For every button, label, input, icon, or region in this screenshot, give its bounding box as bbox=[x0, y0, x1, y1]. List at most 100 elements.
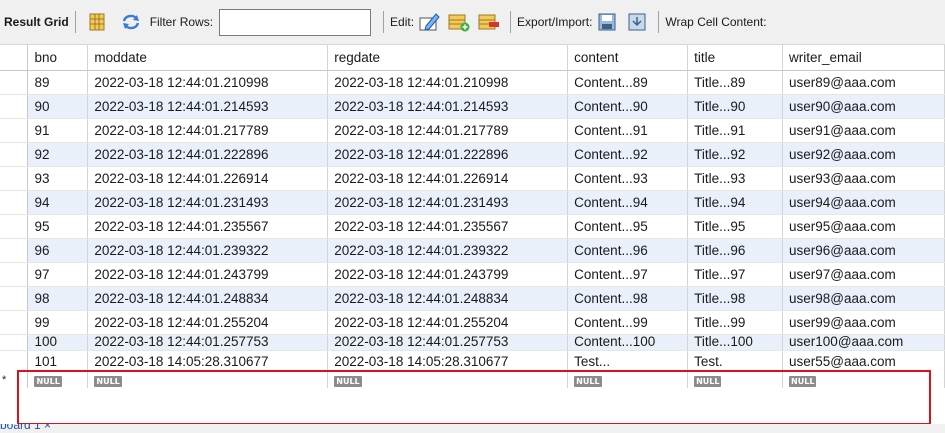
cell-moddate[interactable]: 2022-03-18 12:44:01.222896 bbox=[87, 142, 329, 167]
cell-bno[interactable]: 94 bbox=[27, 190, 89, 215]
cell-content[interactable]: Content...96 bbox=[567, 238, 689, 263]
cell-bno[interactable]: 98 bbox=[27, 286, 89, 311]
row-selector[interactable] bbox=[0, 190, 29, 215]
cell-regdate[interactable]: 2022-03-18 12:44:01.257753 bbox=[327, 334, 569, 351]
cell-content[interactable]: Content...98 bbox=[567, 286, 689, 311]
row-selector[interactable] bbox=[0, 70, 29, 95]
row-selector[interactable] bbox=[0, 286, 29, 311]
cell-writer-email[interactable]: user96@aaa.com bbox=[782, 238, 945, 263]
cell-bno[interactable]: 96 bbox=[27, 238, 89, 263]
cell-content[interactable]: Content...92 bbox=[567, 142, 689, 167]
add-row-icon[interactable] bbox=[448, 11, 470, 33]
grid-view-icon[interactable] bbox=[86, 11, 108, 33]
cell-regdate[interactable]: 2022-03-18 12:44:01.210998 bbox=[327, 70, 569, 95]
cell-writer-email[interactable]: user91@aaa.com bbox=[782, 118, 945, 143]
row-selector[interactable] bbox=[0, 118, 29, 143]
cell-title[interactable]: Title...95 bbox=[687, 214, 784, 239]
cell-content[interactable]: Content...91 bbox=[567, 118, 689, 143]
cell-content[interactable]: Content...93 bbox=[567, 166, 689, 191]
cell-bno[interactable]: 95 bbox=[27, 214, 89, 239]
new-row-placeholder[interactable]: * NULL NULL NULL NULL NULL NULL bbox=[0, 372, 945, 388]
cell-writer-email[interactable]: user100@aaa.com bbox=[782, 334, 945, 351]
cell-title[interactable]: Title...91 bbox=[687, 118, 784, 143]
cell-content[interactable]: Content...94 bbox=[567, 190, 689, 215]
cell-bno[interactable]: 97 bbox=[27, 262, 89, 287]
cell-content[interactable]: Content...89 bbox=[567, 70, 689, 95]
table-row[interactable]: 94 2022-03-18 12:44:01.231493 2022-03-18 1… bbox=[0, 190, 945, 215]
filter-rows-input[interactable] bbox=[219, 8, 372, 36]
table-row[interactable]: 98 2022-03-18 12:44:01.248834 2022-03-18 1… bbox=[0, 286, 945, 311]
import-icon[interactable] bbox=[626, 11, 648, 33]
null-cell-bno[interactable]: NULL bbox=[27, 372, 89, 388]
cell-writer-email[interactable]: user90@aaa.com bbox=[782, 94, 945, 119]
cell-regdate[interactable]: 2022-03-18 12:44:01.248834 bbox=[327, 286, 569, 311]
null-cell-title[interactable]: NULL bbox=[687, 372, 784, 388]
column-header-bno[interactable]: bno bbox=[27, 45, 89, 71]
row-selector[interactable] bbox=[0, 142, 29, 167]
cell-regdate[interactable]: 2022-03-18 12:44:01.222896 bbox=[327, 142, 569, 167]
cell-content[interactable]: Content...97 bbox=[567, 262, 689, 287]
cell-regdate[interactable]: 2022-03-18 12:44:01.217789 bbox=[327, 118, 569, 143]
table-row[interactable]: 91 2022-03-18 12:44:01.217789 2022-03-18 1… bbox=[0, 118, 945, 143]
cell-title[interactable]: Title...92 bbox=[687, 142, 784, 167]
bottom-tab-label[interactable]: board 1 × bbox=[0, 424, 51, 432]
row-selector[interactable] bbox=[0, 238, 29, 263]
cell-regdate[interactable]: 2022-03-18 12:44:01.243799 bbox=[327, 262, 569, 287]
column-header-content[interactable]: content bbox=[567, 45, 689, 71]
cell-regdate[interactable]: 2022-03-18 12:44:01.231493 bbox=[327, 190, 569, 215]
cell-bno[interactable]: 92 bbox=[27, 142, 89, 167]
table-row[interactable]: 90 2022-03-18 12:44:01.214593 2022-03-18 1… bbox=[0, 94, 945, 119]
cell-content[interactable]: Content...95 bbox=[567, 214, 689, 239]
row-selector[interactable] bbox=[0, 94, 29, 119]
cell-writer-email[interactable]: user95@aaa.com bbox=[782, 214, 945, 239]
result-grid-label[interactable]: Result Grid bbox=[4, 15, 69, 29]
cell-bno[interactable]: 89 bbox=[27, 70, 89, 95]
column-header-title[interactable]: title bbox=[687, 45, 784, 71]
export-icon[interactable] bbox=[596, 11, 618, 33]
cell-moddate[interactable]: 2022-03-18 12:44:01.214593 bbox=[87, 94, 329, 119]
cell-bno[interactable]: 101 bbox=[27, 350, 89, 372]
table-row[interactable]: 92 2022-03-18 12:44:01.222896 2022-03-18 1… bbox=[0, 142, 945, 167]
cell-bno[interactable]: 93 bbox=[27, 166, 89, 191]
cell-moddate[interactable]: 2022-03-18 12:44:01.226914 bbox=[87, 166, 329, 191]
table-row[interactable]: 89 2022-03-18 12:44:01.210998 2022-03-18 1… bbox=[0, 70, 945, 95]
cell-title[interactable]: Test. bbox=[687, 350, 784, 372]
cell-content[interactable]: Test... bbox=[567, 350, 689, 372]
null-cell-content[interactable]: NULL bbox=[567, 372, 689, 388]
cell-bno[interactable]: 91 bbox=[27, 118, 89, 143]
cell-moddate[interactable]: 2022-03-18 12:44:01.231493 bbox=[87, 190, 329, 215]
null-cell-writer-email[interactable]: NULL bbox=[782, 372, 945, 388]
cell-writer-email[interactable]: user55@aaa.com bbox=[782, 350, 945, 372]
cell-moddate[interactable]: 2022-03-18 12:44:01.248834 bbox=[87, 286, 329, 311]
table-row[interactable]: 96 2022-03-18 12:44:01.239322 2022-03-18 1… bbox=[0, 238, 945, 263]
cell-content[interactable]: Content...100 bbox=[567, 334, 689, 351]
cell-regdate[interactable]: 2022-03-18 12:44:01.255204 bbox=[327, 310, 569, 335]
cell-regdate[interactable]: 2022-03-18 12:44:01.239322 bbox=[327, 238, 569, 263]
cell-regdate[interactable]: 2022-03-18 12:44:01.214593 bbox=[327, 94, 569, 119]
delete-row-icon[interactable] bbox=[478, 11, 500, 33]
cell-title[interactable]: Title...100 bbox=[687, 334, 784, 351]
table-row[interactable]: 95 2022-03-18 12:44:01.235567 2022-03-18 1… bbox=[0, 214, 945, 239]
null-cell-regdate[interactable]: NULL bbox=[327, 372, 569, 388]
column-header-writer-email[interactable]: writer_email bbox=[782, 45, 945, 71]
cell-title[interactable]: Title...93 bbox=[687, 166, 784, 191]
cell-moddate[interactable]: 2022-03-18 12:44:01.239322 bbox=[87, 238, 329, 263]
cell-writer-email[interactable]: user99@aaa.com bbox=[782, 310, 945, 335]
cell-bno[interactable]: 90 bbox=[27, 94, 89, 119]
column-header-moddate[interactable]: moddate bbox=[87, 45, 329, 71]
cell-regdate[interactable]: 2022-03-18 12:44:01.235567 bbox=[327, 214, 569, 239]
cell-bno[interactable]: 100 bbox=[27, 334, 89, 351]
cell-moddate[interactable]: 2022-03-18 12:44:01.210998 bbox=[87, 70, 329, 95]
cell-title[interactable]: Title...89 bbox=[687, 70, 784, 95]
refresh-filter-icon[interactable] bbox=[120, 11, 142, 33]
row-selector[interactable] bbox=[0, 166, 29, 191]
table-row[interactable]: 99 2022-03-18 12:44:01.255204 2022-03-18 1… bbox=[0, 310, 945, 335]
cell-title[interactable]: Title...98 bbox=[687, 286, 784, 311]
cell-moddate[interactable]: 2022-03-18 12:44:01.235567 bbox=[87, 214, 329, 239]
cell-writer-email[interactable]: user97@aaa.com bbox=[782, 262, 945, 287]
cell-moddate[interactable]: 2022-03-18 12:44:01.257753 bbox=[87, 334, 329, 351]
cell-writer-email[interactable]: user89@aaa.com bbox=[782, 70, 945, 95]
cell-title[interactable]: Title...96 bbox=[687, 238, 784, 263]
cell-regdate[interactable]: 2022-03-18 14:05:28.310677 bbox=[327, 350, 569, 372]
null-cell-moddate[interactable]: NULL bbox=[87, 372, 329, 388]
